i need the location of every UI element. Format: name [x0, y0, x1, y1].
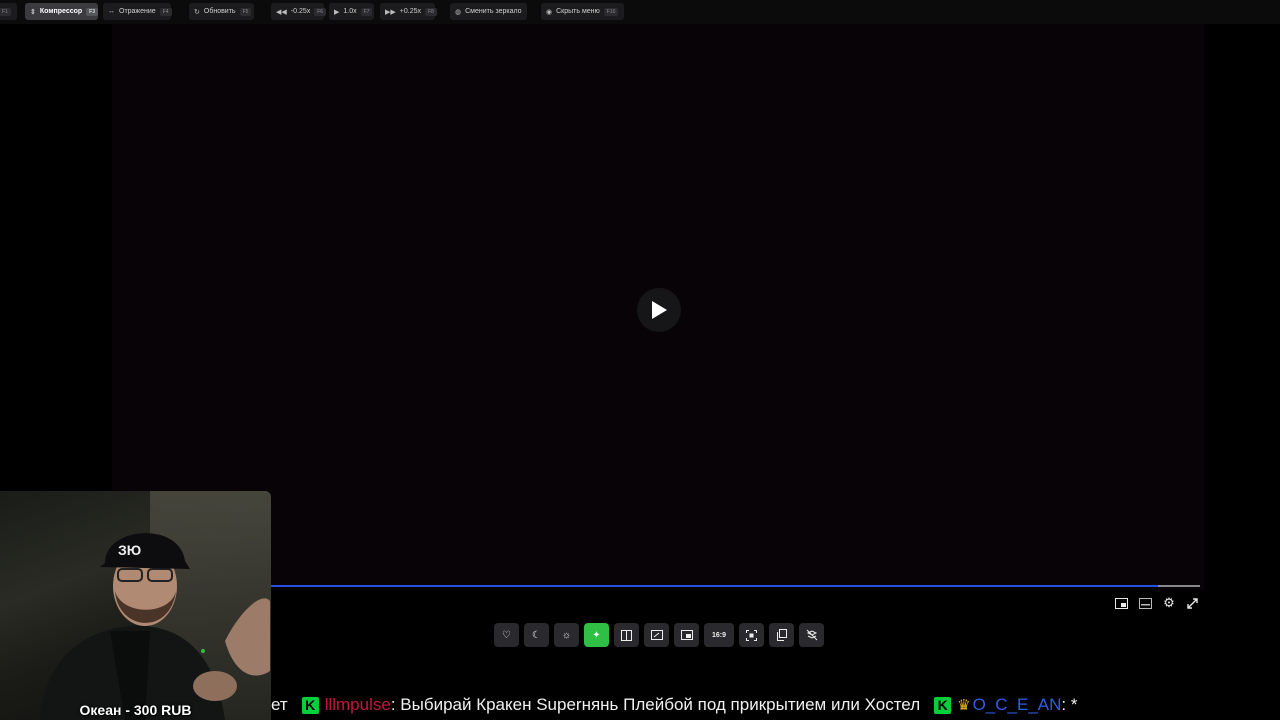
heart-icon: ♡ — [502, 629, 511, 641]
speed-down-button[interactable]: ◀◀ -0.25x F6 — [271, 3, 327, 20]
globe-icon: ◍ — [455, 8, 462, 16]
toolbar-button-partial[interactable]: F1 — [0, 3, 17, 20]
play-button[interactable] — [637, 288, 681, 332]
expand-icon — [1186, 597, 1198, 609]
night-mode-button[interactable]: ☾ — [524, 623, 549, 647]
subtitles-button[interactable] — [1138, 596, 1152, 610]
compressor-button[interactable]: ⇕ Компрессор F3 — [25, 3, 98, 20]
sparkle-icon: ✦ — [592, 629, 601, 641]
brightness-button[interactable]: ☼ — [554, 623, 579, 647]
kick-badge-icon: K — [934, 696, 952, 714]
play-icon — [652, 301, 667, 319]
settings-button[interactable]: ⚙ — [1162, 595, 1176, 610]
pip-icon — [680, 630, 693, 640]
split-view-button[interactable] — [614, 623, 639, 647]
chat-username: O_C_E_AN — [972, 695, 1062, 714]
favorite-button[interactable]: ♡ — [494, 623, 519, 647]
copy-button[interactable] — [769, 623, 794, 647]
top-toolbar: F1 ⇕ Компрессор F3 ↔ Отражение F4 ↻ Обно… — [0, 0, 1280, 24]
video-progress-fill — [271, 585, 1159, 587]
columns-icon — [621, 629, 632, 641]
svg-text:ЗЮ: ЗЮ — [118, 542, 141, 558]
eye-icon: ◉ — [546, 8, 553, 16]
chat-message-text: : Выбирай Кракен Superнянь Плейбой под п… — [390, 695, 921, 714]
subtitles-icon — [1138, 597, 1152, 609]
sun-icon: ☼ — [561, 629, 572, 641]
fast-forward-icon: ▶▶ — [385, 8, 396, 16]
compress-icon: ⇕ — [30, 8, 36, 16]
refresh-icon: ↻ — [194, 8, 200, 16]
picture-in-picture-button[interactable] — [674, 623, 699, 647]
layers-off-icon — [806, 629, 817, 641]
mirror-button[interactable]: ↔ Отражение F4 — [103, 3, 172, 20]
webcam-streamer-figure: ЗЮ — [40, 533, 270, 720]
pip-icon — [1114, 597, 1128, 609]
refresh-button[interactable]: ↻ Обновить F5 — [189, 3, 254, 20]
copy-icon — [776, 629, 787, 641]
fit-screen-button[interactable] — [739, 623, 764, 647]
enhance-button[interactable]: ✦ — [584, 623, 609, 647]
resize-icon — [650, 630, 663, 640]
speed-up-button[interactable]: ▶▶ +0.25x F8 — [380, 3, 437, 20]
change-mirror-button[interactable]: ◍ Сменить зеркало — [450, 3, 527, 20]
chat-fragment: ет — [271, 695, 288, 714]
gear-icon: ⚙ — [1163, 595, 1175, 610]
moon-icon: ☾ — [532, 629, 541, 641]
pip-toggle-button[interactable] — [1114, 596, 1128, 610]
resize-button[interactable] — [644, 623, 669, 647]
focus-icon — [746, 629, 757, 641]
donation-label: Океан - 300 RUB — [79, 701, 192, 718]
chat-username: lllmpulse — [324, 695, 391, 714]
speed-reset-button[interactable]: ▶ 1.0x F7 — [329, 3, 374, 20]
play-icon: ▶ — [334, 8, 340, 16]
kick-badge-icon: K — [301, 696, 319, 714]
crown-icon: ♛ — [957, 697, 971, 714]
fullscreen-button[interactable] — [1185, 596, 1199, 610]
rewind-icon: ◀◀ — [276, 8, 287, 16]
video-progress-bar[interactable] — [271, 585, 1200, 587]
chat-ticker: ет K lllmpulse : Выбирай Кракен Superнян… — [271, 690, 1280, 720]
chat-message-text: : * — [1061, 695, 1078, 714]
hide-menu-button[interactable]: ◉ Скрыть меню F10 — [541, 3, 624, 20]
webcam-overlay: ЗЮ — [0, 491, 271, 720]
mirror-icon: ↔ — [108, 8, 115, 15]
aspect-ratio-button[interactable]: 16:9 — [704, 623, 734, 647]
layers-off-button[interactable] — [799, 623, 824, 647]
